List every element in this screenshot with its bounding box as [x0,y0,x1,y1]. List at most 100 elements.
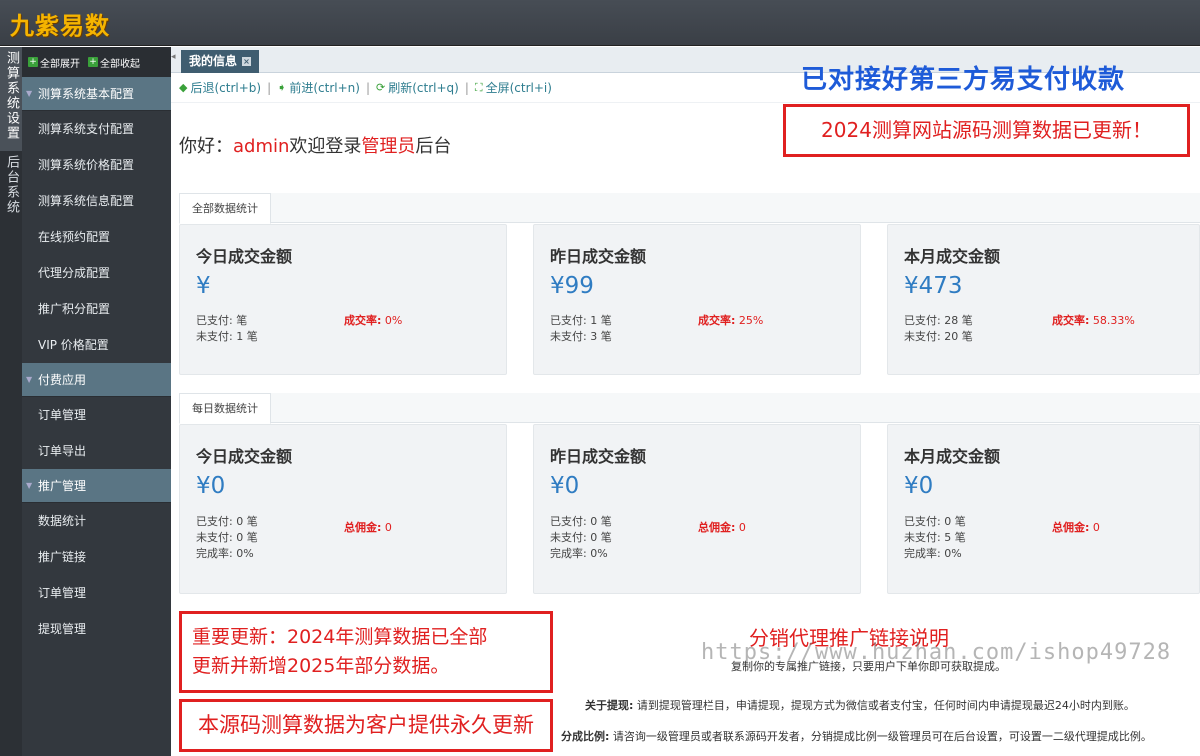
card-commission: 总佣金: 0 [698,519,746,535]
sidebar-item-payment-config[interactable]: 测算系统支付配置 [22,111,171,147]
rate-label: 成交率: [1052,314,1090,327]
refresh-label: 刷新(ctrl+q) [388,81,459,95]
card-unpaid: 未支付: 20 笔 [904,330,973,343]
withdraw-label: 关于提现: [585,699,634,712]
distribution-subtitle: 复制你的专属推广链接，只要用户下单你即可获取提成。 [731,660,1006,673]
refresh-button[interactable]: ⟳ 刷新(ctrl+q) [376,79,459,96]
commission-label: 总佣金: [698,521,736,534]
sidebar-item-points-config[interactable]: 推广积分配置 [22,291,171,327]
arrow-left-icon: ◆ [179,81,188,94]
card-title: 今日成交金额 [196,447,293,466]
collapse-all-label: 全部收起 [100,58,140,70]
commission-value: 0 [381,521,392,534]
card-unpaid: 未支付: 0 笔 [550,531,612,544]
commission-label: 总佣金: [344,521,382,534]
vtab-system-settings[interactable]: 测算系统设置 [0,47,22,151]
sidebar-item-statistics[interactable]: 数据统计 [22,503,171,539]
top-bar: 九紫易数 [0,0,1200,46]
sidebar-item-withdrawals[interactable]: 提现管理 [22,611,171,647]
sidebar-item-info-config[interactable]: 测算系统信息配置 [22,183,171,219]
separator: | [365,80,370,95]
app-logo: 九紫易数 [10,12,110,40]
tab-scroll-left-icon[interactable]: ◂ [171,52,179,68]
refresh-icon: ⟳ [376,81,386,94]
commission-value: 0 [735,521,746,534]
main-content: ◂ 我的信息 × ◆ 后退(ctrl+b) | ➧ 前进(ctrl+n) | ⟳ 刷新… [171,47,1200,756]
card-paid: 已支付: 0 笔 [904,515,966,528]
sidebar-item-vip-config[interactable]: VIP 价格配置 [22,327,171,363]
card-rate: 成交率: 25% [698,312,763,328]
card-title: 本月成交金额 [904,447,1001,466]
plus-icon: + [28,57,38,67]
daily-card-today: 今日成交金额 ¥0 已支付: 0 笔 未支付: 0 笔 完成率: 0% 总佣金:… [179,424,507,594]
stat-card-month: 本月成交金额 ¥473 已支付: 28 笔 未支付: 20 笔 成交率: 58.… [887,224,1200,375]
welcome-greeting: 你好：admin欢迎登录管理员后台 [179,132,451,158]
sidebar-group-label: 推广管理 [38,479,87,493]
tab-my-info[interactable]: 我的信息 × [181,50,260,73]
sidebar-group-promotion[interactable]: ▼ 推广管理 [22,469,171,503]
ratio-note: 分成比例: 请咨询一级管理员或者联系源码开发者，分销提成比例一级管理员可在后台设… [561,728,1152,744]
section-daily-stats: 每日数据统计 [179,393,1200,424]
withdraw-text: 请到提现管理栏目，申请提现，提现方式为微信或者支付宝，任何时间内申请提现最迟24… [633,699,1135,712]
arrow-right-icon: ➧ [277,81,287,94]
daily-card-yesterday: 昨日成交金额 ¥0 已支付: 0 笔 未支付: 0 笔 完成率: 0% 总佣金:… [533,424,861,594]
commission-value: 0 [1089,521,1100,534]
fullscreen-label: 全屏(ctrl+i) [485,81,552,95]
fullscreen-icon: ⛶ [474,80,483,94]
expand-all-button[interactable]: + 全部展开 [28,55,80,70]
commission-label: 总佣金: [1052,521,1090,534]
forward-label: 前进(ctrl+n) [289,81,360,95]
collapse-all-button[interactable]: + 全部收起 [88,55,140,70]
vtab-backend[interactable]: 后台系统 [0,151,22,225]
vertical-tabs: 测算系统设置 后台系统 [0,47,22,756]
card-paid: 已支付: 28 笔 [904,314,973,327]
fullscreen-button[interactable]: ⛶ 全屏(ctrl+i) [475,79,552,96]
rate-label: 成交率: [698,314,736,327]
forward-button[interactable]: ➧ 前进(ctrl+n) [277,79,360,96]
vtab-label: 后台系统 [4,155,19,215]
sidebar: + 全部展开 + 全部收起 ▼ 测算系统基本配置 测算系统支付配置 测算系统价格配置 … [22,47,171,756]
card-paid: 已支付: 1 笔 [550,314,612,327]
card-title: 本月成交金额 [904,247,1001,266]
sidebar-item-orders[interactable]: 订单管理 [22,397,171,433]
sidebar-group-label: 测算系统基本配置 [38,87,135,101]
card-amount: ¥473 [904,273,963,299]
card-rate: 成交率: 58.33% [1052,312,1135,328]
rate-value: 25% [735,314,764,327]
greeting-prefix: 你好： [179,136,233,157]
tab-daily-stats[interactable]: 每日数据统计 [179,393,271,424]
ratio-label: 分成比例: [561,730,610,743]
promo-line-2: 更新并新增2025年部分数据。 [192,655,450,677]
sidebar-item-promo-links[interactable]: 推广链接 [22,539,171,575]
back-button[interactable]: ◆ 后退(ctrl+b) [179,79,261,96]
card-paid: 已支付: 笔 [196,314,248,327]
sidebar-item-agent-config[interactable]: 代理分成配置 [22,255,171,291]
section-all-stats: 全部数据统计 [179,193,1200,224]
sidebar-item-booking-config[interactable]: 在线预约配置 [22,219,171,255]
card-completion: 完成率: 0% [196,547,254,560]
card-unpaid: 未支付: 5 笔 [904,531,966,544]
tab-label: 我的信息 [189,54,238,68]
card-paid: 已支付: 0 笔 [196,515,258,528]
caret-down-icon: ▼ [26,375,33,384]
separator: | [267,80,272,95]
caret-down-icon: ▼ [26,89,33,98]
card-unpaid: 未支付: 3 笔 [550,330,612,343]
rate-label: 成交率: [344,314,382,327]
sidebar-item-promo-orders[interactable]: 订单管理 [22,575,171,611]
close-icon[interactable]: × [242,57,252,66]
card-amount: ¥0 [904,473,934,499]
greeting-user: admin [233,136,290,157]
tab-all-stats[interactable]: 全部数据统计 [179,193,271,224]
expand-all-label: 全部展开 [40,58,80,70]
card-amount: ¥0 [550,473,580,499]
sidebar-group-paid-apps[interactable]: ▼ 付费应用 [22,363,171,397]
card-unpaid: 未支付: 0 笔 [196,531,258,544]
sidebar-group-basic-config[interactable]: ▼ 测算系统基本配置 [22,77,171,111]
card-title: 今日成交金额 [196,247,293,266]
card-paid: 已支付: 0 笔 [550,515,612,528]
promo-box-important-update: 重要更新：2024年测算数据已全部 更新并新增2025年部分数据。 [179,611,553,693]
sidebar-item-price-config[interactable]: 测算系统价格配置 [22,147,171,183]
sidebar-item-order-export[interactable]: 订单导出 [22,433,171,469]
card-amount: ¥0 [196,473,226,499]
